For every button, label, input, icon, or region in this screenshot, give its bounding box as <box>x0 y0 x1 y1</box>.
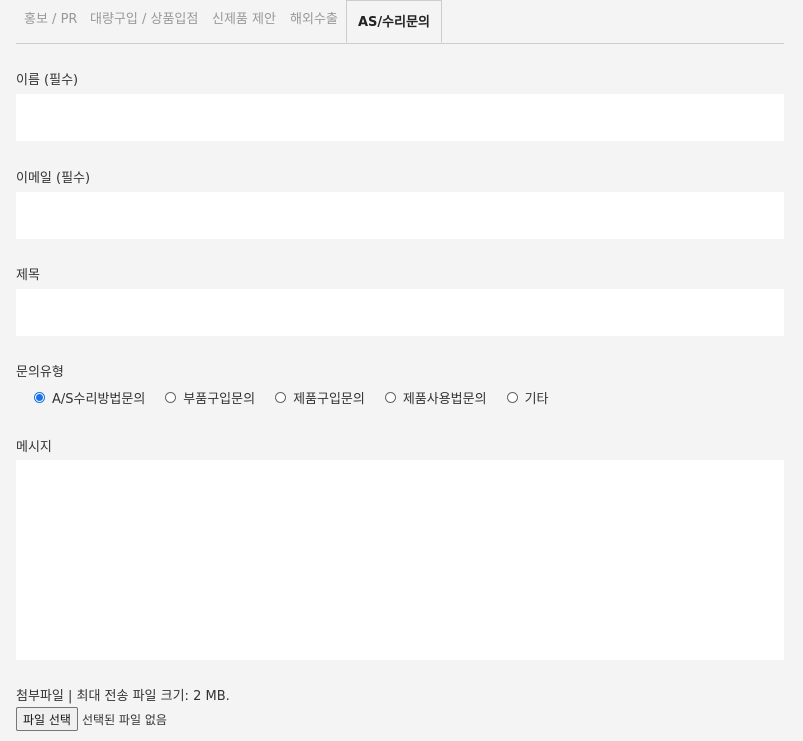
radio-option-label: 제품사용법문의 <box>402 391 487 407</box>
email-label: 이메일 (필수) <box>16 171 91 186</box>
file-upload: 파일 선택 선택된 파일 없음 <box>16 707 167 731</box>
message-label: 메시지 <box>16 440 52 455</box>
tab-export[interactable]: 해외수출 <box>290 0 338 40</box>
radio-button-icon[interactable] <box>506 391 518 403</box>
radio-option-product-usage[interactable]: 제품사용법문의 <box>384 388 487 407</box>
radio-button-icon[interactable] <box>384 391 396 403</box>
email-input[interactable] <box>16 192 784 239</box>
radio-option-parts-purchase[interactable]: 부품구입문의 <box>165 388 255 407</box>
radio-option-other[interactable]: 기타 <box>506 388 549 407</box>
name-label: 이름 (필수) <box>16 73 79 88</box>
radio-button-icon[interactable] <box>275 391 287 403</box>
name-input[interactable] <box>16 94 784 141</box>
radio-option-label: 부품구입문의 <box>183 391 256 407</box>
tab-bar: 홍보 / PR 대량구입 / 상품입점 신제품 제안 해외수출 AS/수리문의 <box>16 0 784 44</box>
attachment-label: 첨부파일 | 최대 전송 파일 크기: 2 MB. <box>16 689 230 704</box>
radio-button-icon[interactable] <box>165 391 177 403</box>
tab-as-repair[interactable]: AS/수리문의 <box>346 0 442 43</box>
radio-option-label: A/S수리방법문의 <box>52 391 146 407</box>
subject-input[interactable] <box>16 289 784 336</box>
message-textarea[interactable] <box>16 460 784 660</box>
tab-pr[interactable]: 홍보 / PR <box>24 0 77 40</box>
tab-bulk-purchase[interactable]: 대량구입 / 상품입점 <box>90 0 198 40</box>
subject-label: 제목 <box>16 268 40 283</box>
radio-button-icon[interactable] <box>34 391 45 403</box>
tab-new-product[interactable]: 신제품 제안 <box>212 0 276 40</box>
radio-option-as-repair[interactable]: A/S수리방법문의 <box>34 388 145 407</box>
inquiry-type-label: 문의유형 <box>16 365 64 380</box>
radio-option-label: 제품구입문의 <box>293 391 365 407</box>
choose-file-button[interactable]: 파일 선택 <box>16 707 78 731</box>
file-status-text: 선택된 파일 없음 <box>81 712 167 727</box>
inquiry-type-radio-group: A/S수리방법문의 부품구입문의 제품구입문의 제품사용법문의 기타 <box>34 388 568 407</box>
radio-option-label: 기타 <box>524 391 549 407</box>
radio-option-product-purchase[interactable]: 제품구입문의 <box>275 388 365 407</box>
